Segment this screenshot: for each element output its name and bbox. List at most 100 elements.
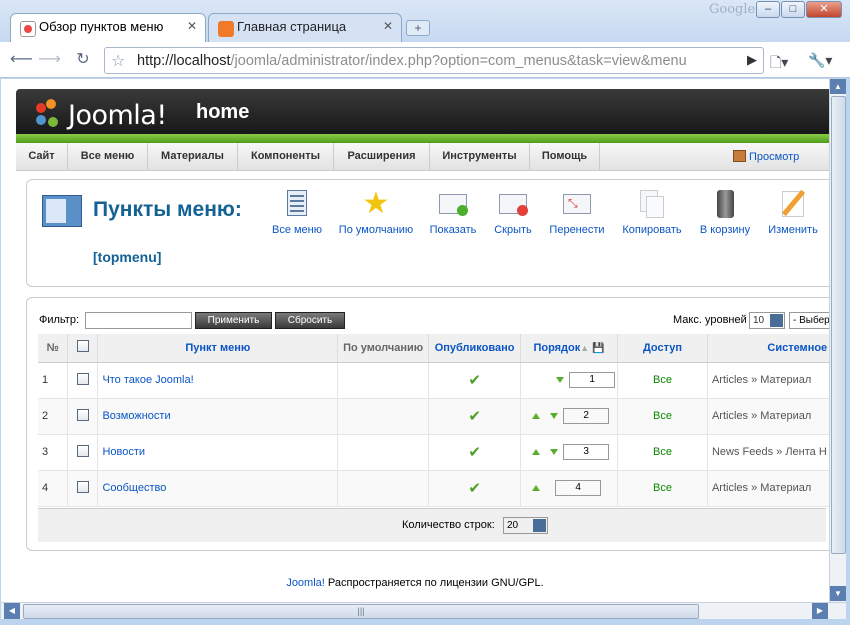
tab-home-page[interactable]: Главная страница ✕ xyxy=(208,13,402,42)
item-type: Articles » Материал xyxy=(707,362,829,399)
scroll-right-arrow-icon[interactable]: ▶ xyxy=(812,603,828,619)
filter-label: Фильтр: xyxy=(39,314,80,326)
menu-extensions[interactable]: Расширения xyxy=(334,143,430,171)
menu-all-menus[interactable]: Все меню xyxy=(68,143,148,171)
select-all-checkbox[interactable] xyxy=(76,340,89,353)
row-checkbox[interactable] xyxy=(76,444,89,457)
tab-menu-items[interactable]: Обзор пунктов меню ✕ xyxy=(10,13,206,42)
save-order-icon[interactable]: 💾 xyxy=(592,343,604,354)
close-window-button[interactable]: ✕ xyxy=(806,1,842,18)
browser-toolbar: ⟵ ⟶ ↻ ☆ http://localhost/joomla/administ… xyxy=(0,42,850,78)
max-levels-select[interactable]: 10 xyxy=(749,312,785,329)
item-type: News Feeds » Лента Н xyxy=(707,434,829,471)
copy-icon xyxy=(636,188,668,220)
copy-button[interactable]: Копировать xyxy=(612,188,692,236)
minimize-button[interactable]: – xyxy=(756,1,780,18)
vertical-scrollbar[interactable]: ▲ ▼ xyxy=(829,79,846,602)
menu-item-link[interactable]: Что такое Joomla! xyxy=(102,374,193,386)
admin-menu-bar: Сайт Все меню Материалы Компоненты Расши… xyxy=(16,143,829,171)
col-order[interactable]: Порядок▲ 💾 xyxy=(520,334,619,363)
menu-tools[interactable]: Инструменты xyxy=(430,143,530,171)
copyright-footer: Joomla! Распространяется по лицензии GNU… xyxy=(286,577,544,589)
menu-help[interactable]: Помощь xyxy=(530,143,600,171)
back-arrow-icon[interactable]: ⟵ xyxy=(10,50,33,70)
browser-titlebar: Обзор пунктов меню ✕ Главная страница ✕ … xyxy=(0,0,850,42)
scroll-up-arrow-icon[interactable]: ▲ xyxy=(830,79,846,94)
menu-item-link[interactable]: Возможности xyxy=(102,410,170,422)
published-check-icon[interactable]: ✔ xyxy=(468,372,481,389)
published-check-icon[interactable]: ✔ xyxy=(468,408,481,425)
preview-icon xyxy=(733,150,746,162)
menu-item-link[interactable]: Новости xyxy=(102,446,145,458)
scroll-left-arrow-icon[interactable]: ◀ xyxy=(4,603,20,619)
close-tab-icon[interactable]: ✕ xyxy=(187,19,197,33)
menu-components[interactable]: Компоненты xyxy=(238,143,334,171)
row-checkbox[interactable] xyxy=(76,408,89,421)
menu-item-link[interactable]: Сообщество xyxy=(102,482,166,494)
state-select[interactable]: - Выбер xyxy=(789,312,829,329)
order-input[interactable]: 3 xyxy=(563,444,610,460)
tab-label: Обзор пунктов меню xyxy=(39,19,164,34)
horizontal-scroll-thumb[interactable]: ||| xyxy=(23,604,699,619)
move-down-icon[interactable] xyxy=(556,376,565,383)
table-row: 1 Что такое Joomla! ✔ 1 Все Articles » М… xyxy=(38,362,829,399)
page-viewport: Joomla! home Сайт Все меню Материалы Ком… xyxy=(1,79,829,602)
order-input[interactable]: 4 xyxy=(555,480,602,496)
publish-icon xyxy=(437,188,469,220)
row-checkbox-cell xyxy=(67,398,99,435)
item-type: Articles » Материал xyxy=(707,470,829,507)
move-down-icon[interactable] xyxy=(550,412,559,419)
move-up-icon[interactable] xyxy=(532,448,541,455)
filter-input[interactable] xyxy=(85,312,192,329)
vertical-scroll-thumb[interactable] xyxy=(831,96,846,554)
order-input[interactable]: 2 xyxy=(563,408,610,424)
move-up-icon[interactable] xyxy=(532,412,541,419)
maximize-button[interactable]: □ xyxy=(781,1,805,18)
star-icon: ★ xyxy=(362,187,390,220)
row-checkbox[interactable] xyxy=(76,372,89,385)
horizontal-scrollbar[interactable]: ◀ ||| ▶ xyxy=(1,602,846,619)
new-tab-button[interactable]: + xyxy=(406,20,430,36)
access-level[interactable]: Все xyxy=(653,374,672,386)
published-check-icon[interactable]: ✔ xyxy=(468,480,481,497)
menu-content[interactable]: Материалы xyxy=(148,143,238,171)
go-icon[interactable]: ▶ xyxy=(747,52,757,68)
address-bar[interactable]: ☆ http://localhost/joomla/administrator/… xyxy=(104,47,764,74)
url-text: http://localhost/joomla/administrator/in… xyxy=(137,53,687,69)
menu-site[interactable]: Сайт xyxy=(16,143,68,171)
col-access[interactable]: Доступ xyxy=(617,334,708,363)
col-system-type[interactable]: Системное и xyxy=(707,334,829,363)
close-tab-icon[interactable]: ✕ xyxy=(383,19,393,33)
joomla-link[interactable]: Joomla! xyxy=(286,577,325,589)
all-menus-button[interactable]: Все меню xyxy=(257,188,337,236)
preview-link[interactable]: Просмотр xyxy=(733,150,799,163)
scroll-down-arrow-icon[interactable]: ▼ xyxy=(830,586,846,601)
wrench-menu-icon[interactable]: 🔧▾ xyxy=(808,52,832,69)
admin-list: Фильтр: Применить Сбросить Макс. уровней… xyxy=(26,297,829,551)
access-level[interactable]: Все xyxy=(653,482,672,494)
rows-count-select[interactable]: 20 xyxy=(503,517,548,534)
default-cell xyxy=(337,362,430,399)
row-checkbox[interactable] xyxy=(76,480,89,493)
page-menu-icon[interactable]: 🗋▾ xyxy=(770,52,788,76)
published-check-icon[interactable]: ✔ xyxy=(468,444,481,461)
move-down-icon[interactable] xyxy=(550,448,559,455)
edit-button[interactable]: Изменить xyxy=(753,188,829,236)
col-published[interactable]: Опубликовано xyxy=(428,334,522,363)
chevron-down-icon xyxy=(533,519,546,532)
move-button[interactable]: ⤡ Перенести xyxy=(537,188,617,236)
bookmark-star-icon[interactable]: ☆ xyxy=(111,51,125,71)
apply-filter-button[interactable]: Применить xyxy=(195,312,272,329)
order-input[interactable]: 1 xyxy=(569,372,616,388)
access-level[interactable]: Все xyxy=(653,446,672,458)
row-checkbox-cell xyxy=(67,470,99,507)
header-divider xyxy=(16,134,829,143)
forward-arrow-icon[interactable]: ⟶ xyxy=(38,50,61,70)
row-number: 2 xyxy=(38,398,69,435)
reload-icon[interactable]: ↻ xyxy=(72,50,94,70)
default-button[interactable]: ★ По умолчанию xyxy=(336,187,416,237)
col-menu-item[interactable]: Пункт меню xyxy=(97,334,339,363)
access-level[interactable]: Все xyxy=(653,410,672,422)
move-up-icon[interactable] xyxy=(532,484,541,491)
reset-filter-button[interactable]: Сбросить xyxy=(275,312,345,329)
